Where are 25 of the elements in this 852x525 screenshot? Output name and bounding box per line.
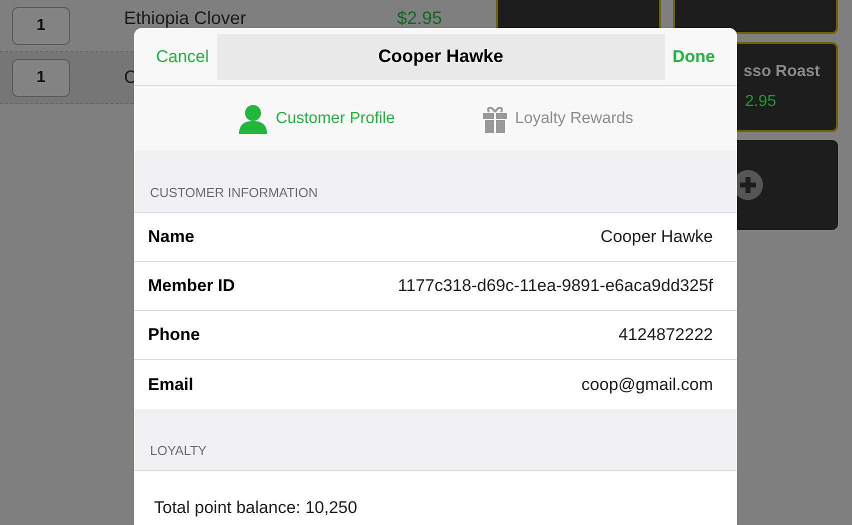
quantity-button[interactable]: 1: [12, 58, 70, 96]
field-label: Member ID: [148, 275, 235, 298]
balance-text: Total point balance: 10,250: [153, 496, 358, 519]
item-name: Ethiopia Clover: [124, 7, 248, 30]
product-tile[interactable]: [673, 0, 838, 34]
section-header: LOYALTY: [150, 442, 207, 460]
product-price: 2.95: [744, 92, 776, 112]
field-label: Email: [148, 374, 194, 396]
cancel-button[interactable]: Cancel: [156, 44, 209, 70]
field-value: 1177c318-d69c-11ea-9891-e6aca9dd325f: [398, 275, 714, 298]
item-price: $2.95: [396, 7, 442, 30]
section-header: CUSTOMER INFORMATION: [150, 184, 318, 202]
field-value: Cooper Hawke: [600, 226, 714, 248]
quantity-button[interactable]: 1: [12, 6, 70, 44]
done-button[interactable]: Done: [672, 44, 715, 70]
dialog-title: Cooper Hawke: [216, 34, 664, 80]
field-value: 4124872222: [618, 324, 714, 346]
gift-icon: [482, 104, 507, 132]
tab[interactable]: Customer Profile: [238, 104, 395, 134]
product-name: sso Roast: [744, 62, 820, 82]
field-value: coop@gmail.com: [581, 374, 714, 396]
person-icon: [238, 104, 268, 134]
field-label: Phone: [148, 324, 200, 346]
tab[interactable]: Loyalty Rewards: [482, 104, 634, 132]
field-label: Name: [148, 226, 194, 248]
